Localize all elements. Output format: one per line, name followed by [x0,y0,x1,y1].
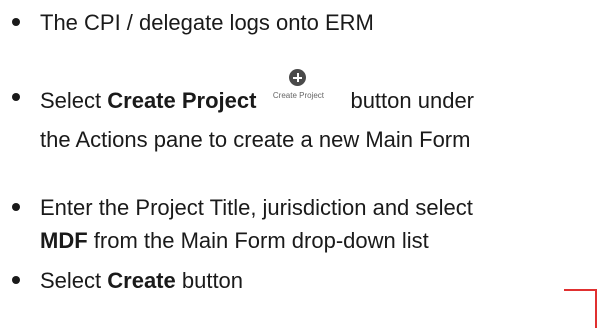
bullet-dot [12,203,20,211]
bullet-line-1: Select Create Project Create Project butto… [40,69,474,123]
bullet-line-1: Select Create button [40,264,243,297]
bullet-line-2: MDF from the Main Form drop-down list [40,224,473,257]
bullet-item-logon: The CPI / delegate logs onto ERM [12,6,374,39]
plus-circle-icon [289,69,307,86]
bullet-text-prefix: Select [40,268,108,293]
bullet-text-suffix: button [175,268,244,293]
bullet-item-create: Select Create button [12,264,243,297]
bullet-dot [12,276,20,284]
create-project-button[interactable]: Create Project [262,69,334,111]
bullet-dot [12,18,20,26]
bullet-item-enter-details: Enter the Project Title, jurisdiction an… [12,191,473,257]
red-connector-line [564,289,597,328]
bullet-text-suffix: from the Main Form drop-down list [87,228,429,253]
bold-create: Create [107,268,176,293]
bullet-line-2: the Actions pane to create a new Main Fo… [40,127,471,152]
bullet-text-suffix: button under [350,87,474,113]
bold-create-project: Create Project [107,87,257,113]
bullet-dot [12,93,20,101]
bullet-text-prefix: Select [40,87,108,113]
bullet-line-1: Enter the Project Title, jurisdiction an… [40,195,473,220]
bullet-text: The CPI / delegate logs onto ERM [40,10,374,35]
red-connector-path [564,289,597,328]
create-project-button-caption: Create Project [272,91,325,100]
bold-mdf: MDF [40,228,88,253]
bullet-item-create-project: Select Create Project Create Project butto… [12,69,474,156]
instruction-bullet-list: The CPI / delegate logs onto ERM Select … [0,0,600,309]
